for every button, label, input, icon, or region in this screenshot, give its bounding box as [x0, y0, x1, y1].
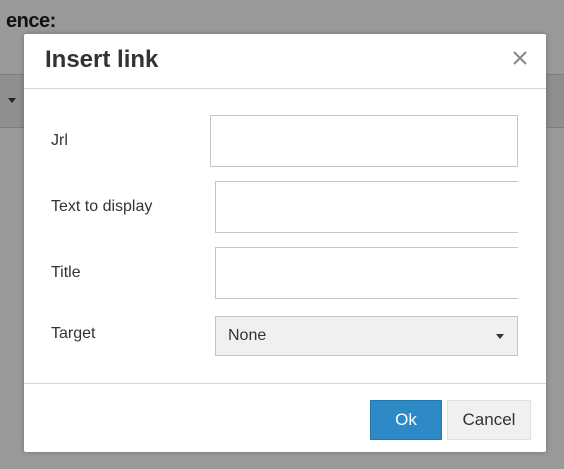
chevron-down-icon: [496, 334, 504, 339]
text-to-display-label: Text to display: [51, 198, 153, 215]
dialog-body: Jrl Text to display Title Target None: [24, 89, 546, 383]
text-to-display-input[interactable]: [215, 181, 518, 233]
insert-link-dialog: Insert link Jrl Text to display Title Ta…: [24, 34, 546, 452]
title-input[interactable]: [215, 247, 518, 299]
target-label: Target: [51, 325, 96, 342]
cancel-button[interactable]: Cancel: [447, 400, 531, 440]
target-select[interactable]: None: [215, 316, 518, 356]
dialog-header: Insert link: [24, 34, 546, 89]
dialog-title: Insert link: [45, 46, 159, 73]
url-label: Jrl: [51, 132, 68, 149]
ok-button[interactable]: Ok: [370, 400, 442, 440]
title-label: Title: [51, 264, 81, 281]
background-heading: ence:: [6, 10, 56, 32]
close-button[interactable]: [508, 46, 532, 70]
close-icon: [513, 51, 527, 65]
dialog-footer: Ok Cancel: [24, 383, 546, 453]
background-caret-icon: [8, 98, 16, 103]
url-input[interactable]: [210, 115, 518, 167]
target-selected-value: None: [228, 327, 267, 344]
